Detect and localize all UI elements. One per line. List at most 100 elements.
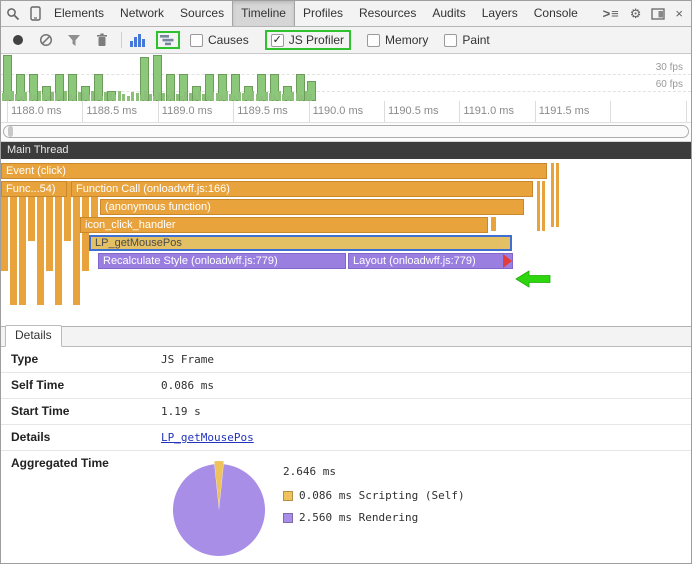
fps-tick <box>162 93 165 101</box>
tab-elements[interactable]: Elements <box>46 1 112 26</box>
tab-console[interactable]: Console <box>526 1 586 26</box>
devtools-tabbar: ElementsNetworkSourcesTimelineProfilesRe… <box>1 1 691 27</box>
tab-resources[interactable]: Resources <box>351 1 424 26</box>
time-label: 1188.5 ms <box>86 105 137 117</box>
clear-icon[interactable] <box>37 31 55 49</box>
details-table: Type JS Frame Self Time 0.086 ms Start T… <box>1 347 691 561</box>
fps-tick <box>55 93 58 101</box>
flame-bar-recalculate-style-onloadwff-js-779[interactable]: Recalculate Style (onloadwff.js:779) <box>98 253 346 269</box>
filter-icon[interactable] <box>65 31 83 49</box>
tab-sources[interactable]: Sources <box>172 1 232 26</box>
overview-scrollbar[interactable] <box>1 123 691 142</box>
device-mode-icon[interactable] <box>30 6 41 21</box>
flame-bar-event-click[interactable]: Event (click) <box>1 163 547 179</box>
inspect-element-icon[interactable] <box>6 7 20 21</box>
fps-tick <box>42 94 45 101</box>
flame-bar-icon-click-handler[interactable]: icon_click_handler <box>80 217 488 233</box>
tab-profiles[interactable]: Profiles <box>295 1 351 26</box>
timeline-toolbar: Causes ✓JS Profiler Memory Paint <box>1 27 691 54</box>
flame-chart-mode-icon[interactable] <box>156 31 180 49</box>
overview-window[interactable] <box>3 125 689 138</box>
checkbox-box[interactable]: ✓ <box>271 34 284 47</box>
flame-bar-lp-getmousepos[interactable]: LP_getMousePos <box>89 235 512 251</box>
fps-tick <box>144 91 147 101</box>
fps-tick <box>11 91 14 101</box>
details-row-label: Start Time <box>1 399 161 424</box>
record-icon[interactable] <box>9 31 27 49</box>
checkbox-js-profiler[interactable]: ✓JS Profiler <box>265 30 351 50</box>
fps-tick <box>296 93 299 101</box>
garbage-collect-icon[interactable] <box>93 31 111 49</box>
checkbox-memory[interactable]: Memory <box>367 33 428 47</box>
time-label: 1191.5 ms <box>539 105 590 117</box>
fps-tick <box>82 93 85 101</box>
ruler-tick <box>7 101 8 122</box>
tab-timeline[interactable]: Timeline <box>232 1 295 26</box>
activity-fragment <box>491 217 496 231</box>
checkbox-causes[interactable]: Causes <box>190 33 249 47</box>
flame-bar-anonymous-function[interactable]: (anonymous function) <box>100 199 524 215</box>
activity-stripe <box>10 181 17 305</box>
fps-tick <box>309 94 312 101</box>
tab-details[interactable]: Details <box>5 325 62 347</box>
main-thread-label: Main Thread <box>7 144 69 156</box>
settings-gear-icon[interactable]: ⚙ <box>630 7 642 20</box>
fps-tick <box>136 93 139 101</box>
checkbox-box[interactable] <box>444 34 457 47</box>
fps-tick <box>38 91 41 101</box>
close-icon[interactable]: × <box>675 7 683 20</box>
fps-tick <box>305 91 308 101</box>
fps-tick <box>211 92 214 101</box>
time-label: 1190.0 ms <box>313 105 364 117</box>
fps-tick <box>282 94 285 101</box>
flame-bar-function-call-onloadwff-js-166[interactable]: Function Call (onloadwff.js:166) <box>71 181 533 197</box>
fps-tick <box>242 93 245 101</box>
details-row-label: Aggregated Time <box>1 451 161 476</box>
fps-tick <box>198 91 201 101</box>
details-row-value: 0.086 ms <box>161 379 214 392</box>
fps-tick <box>24 92 27 101</box>
main-thread-header[interactable]: Main Thread <box>1 142 691 159</box>
details-tabbar: Details <box>1 326 691 347</box>
details-row-start-time: Start Time 1.19 s <box>1 399 691 425</box>
ruler-tick <box>233 101 234 122</box>
tab-audits[interactable]: Audits <box>424 1 473 26</box>
activity-fragment <box>556 163 559 227</box>
ruler-tick <box>82 101 83 122</box>
console-drawer-icon[interactable]: >≡ <box>603 7 620 20</box>
activity-stripe <box>55 181 62 305</box>
fps-tick <box>29 93 32 101</box>
ruler-tick <box>309 101 310 122</box>
fps-tick <box>229 94 232 101</box>
checkbox-box[interactable] <box>367 34 380 47</box>
time-label: 1188.0 ms <box>11 105 62 117</box>
legend-item-scripting: 0.086 ms Scripting (Self) <box>283 489 465 502</box>
ruler-tick <box>158 101 159 122</box>
checkbox-paint[interactable]: Paint <box>444 33 489 47</box>
details-function-link[interactable]: LP_getMousePos <box>161 431 254 444</box>
flame-bar-layout-onloadwff-js-779[interactable]: Layout (onloadwff.js:779) <box>348 253 513 269</box>
activity-stripe <box>19 181 26 305</box>
details-row-type: Type JS Frame <box>1 347 691 373</box>
flame-chart[interactable]: Event (click) Func...54)Function Call (on… <box>1 159 691 326</box>
ruler-tick <box>384 101 385 122</box>
checkbox-box[interactable] <box>190 34 203 47</box>
flame-bar-func-54[interactable]: Func...54) <box>1 181 67 197</box>
fps-tick <box>69 94 72 101</box>
overview-mode-icon[interactable] <box>128 31 146 49</box>
legend-item-rendering: 2.560 ms Rendering <box>283 511 465 524</box>
details-row-value: JS Frame <box>161 353 214 366</box>
fps-tick <box>256 94 259 101</box>
fps-bars <box>1 54 691 101</box>
details-row-value: 1.19 s <box>161 405 201 418</box>
dock-side-icon[interactable] <box>651 8 665 20</box>
fps-tick <box>15 94 18 101</box>
ruler-tick <box>686 101 687 122</box>
aggregated-total: 2.646 ms <box>283 465 465 478</box>
tab-network[interactable]: Network <box>112 1 172 26</box>
overview-window-grip[interactable] <box>8 126 13 137</box>
fps-overview[interactable]: 30 fps 60 fps <box>1 54 691 101</box>
tab-layers[interactable]: Layers <box>474 1 526 26</box>
fps-tick <box>202 94 205 101</box>
aggregated-time-block: 2.646 ms 0.086 ms Scripting (Self) 2.560… <box>161 451 465 561</box>
